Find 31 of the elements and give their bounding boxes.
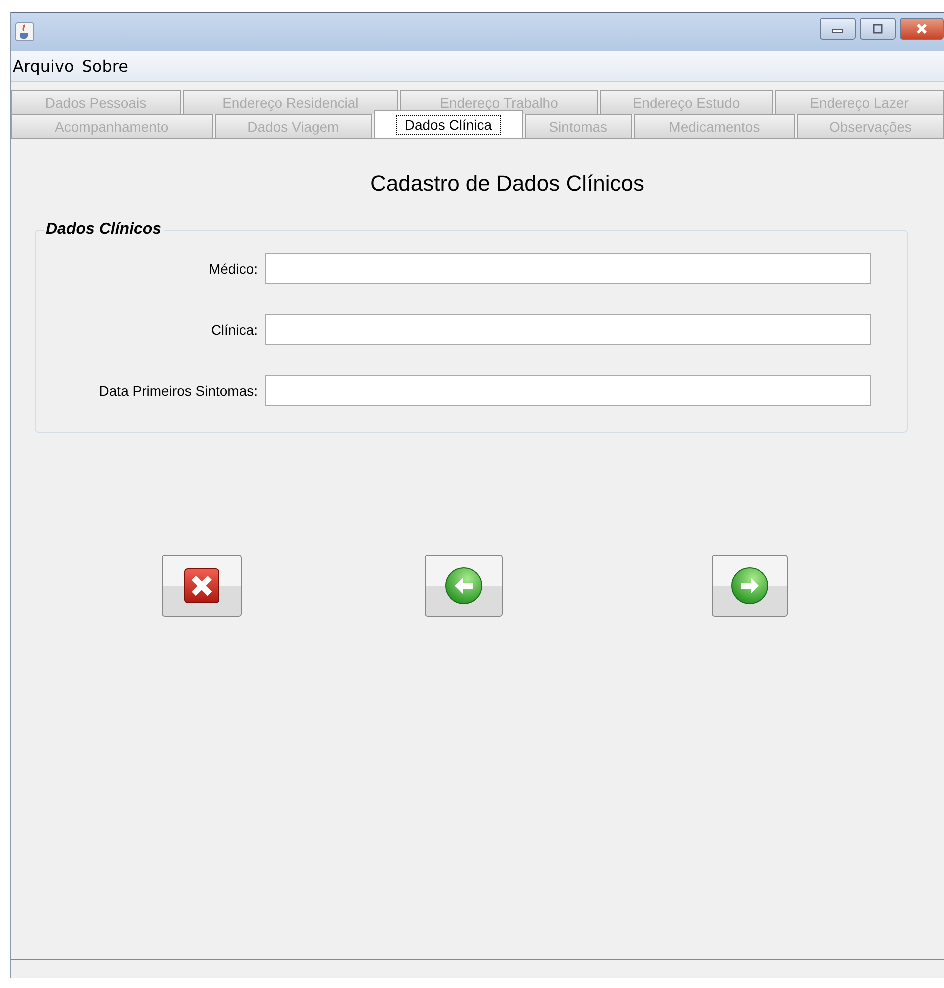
back-button[interactable] — [425, 555, 503, 617]
close-icon — [184, 568, 220, 604]
minimize-button[interactable] — [820, 18, 856, 40]
field-label: Médico: — [208, 260, 259, 276]
tab[interactable]: Dados Viagem — [214, 114, 372, 138]
tab[interactable]: Endereço Trabalho — [400, 90, 598, 114]
input-field[interactable] — [265, 375, 871, 406]
menu-item[interactable]: Sobre — [82, 56, 128, 76]
input-field[interactable] — [265, 314, 871, 345]
maximize-icon — [871, 23, 885, 35]
forward-button[interactable] — [712, 555, 788, 617]
cup-icon — [15, 22, 35, 42]
tab[interactable]: Sintomas — [524, 114, 632, 138]
field-label: Data Primeiros Sintomas: — [98, 382, 259, 398]
tab[interactable]: Endereço Residencial — [182, 90, 398, 114]
maximize-button[interactable] — [860, 18, 896, 40]
menu-item[interactable]: Arquivo — [13, 56, 74, 76]
close-icon — [915, 23, 929, 35]
field-label: Clínica: — [210, 322, 259, 338]
tab[interactable]: Dados Clínica — [374, 110, 523, 138]
tab[interactable]: Endereço Estudo — [600, 90, 773, 114]
tab[interactable]: Observações — [797, 114, 944, 138]
cancel-button[interactable] — [162, 555, 242, 617]
close-button[interactable] — [900, 18, 944, 40]
tab[interactable]: Dados Pessoais — [11, 90, 181, 114]
tab[interactable]: Acompanhamento — [11, 114, 213, 138]
tab[interactable]: Medicamentos — [634, 114, 796, 138]
group-title: Dados Clínicos — [45, 221, 163, 239]
tab[interactable]: Endereço Lazer — [775, 90, 944, 114]
form-title: Cadastro de Dados Clínicos — [370, 171, 646, 197]
input-field[interactable] — [265, 253, 871, 284]
